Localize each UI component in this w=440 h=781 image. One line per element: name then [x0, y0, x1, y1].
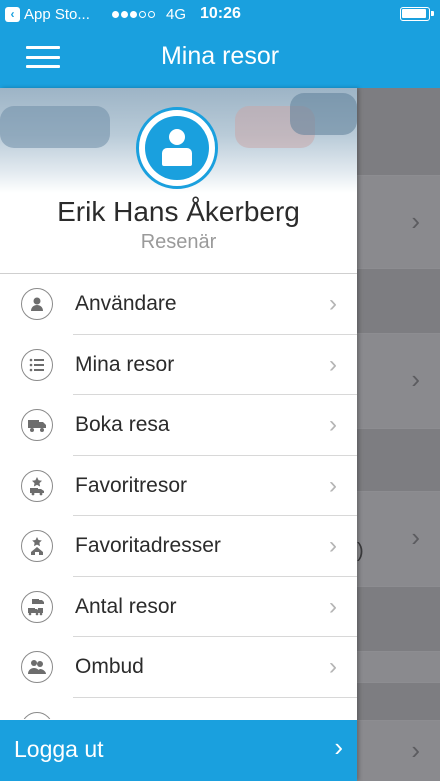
- background-row: [357, 683, 440, 720]
- hamburger-menu-icon[interactable]: [26, 46, 60, 70]
- list-icon: [21, 348, 53, 381]
- chevron-right-icon: ›: [329, 471, 337, 499]
- navigation-bar: Mina resor: [0, 28, 440, 88]
- status-time: 10:26: [200, 5, 241, 22]
- star-truck-icon: [21, 469, 53, 502]
- menu-item-label: Favoritresor: [75, 473, 188, 497]
- menu-item-boka-resa[interactable]: Boka resa ›: [0, 395, 357, 456]
- menu-item-anvandare[interactable]: Användare ›: [0, 274, 357, 335]
- truck-icon: [21, 409, 53, 442]
- menu-item-label: Antal resor: [75, 594, 177, 618]
- status-bar: ‹ App Sto... 4G 10:26: [0, 0, 440, 28]
- chevron-right-icon: ›: [411, 206, 420, 236]
- menu-item-label: Användare: [75, 292, 177, 316]
- menu-item-cut-off[interactable]: [0, 698, 357, 719]
- chevron-right-icon: ›: [329, 350, 337, 378]
- logout-button[interactable]: Logga ut ›: [0, 720, 357, 781]
- chevron-right-icon: ›: [329, 592, 337, 620]
- user-icon: [21, 288, 53, 321]
- back-app-label: App Sto...: [24, 6, 90, 23]
- menu-item-ombud[interactable]: Ombud ›: [0, 637, 357, 698]
- back-to-app-store[interactable]: ‹ App Sto...: [5, 6, 90, 23]
- group-icon: [21, 651, 53, 684]
- drawer-menu: Användare › Mina resor › Boka resa › Fav…: [0, 274, 357, 719]
- menu-item-label: Favoritadresser: [75, 534, 221, 558]
- background-row: [357, 269, 440, 333]
- chevron-right-icon: ›: [411, 364, 420, 394]
- menu-item-mina-resor[interactable]: Mina resor ›: [0, 335, 357, 395]
- chevron-right-icon: ›: [411, 735, 420, 765]
- chevron-right-icon: ›: [329, 653, 337, 681]
- page-title: Mina resor: [160, 42, 280, 70]
- menu-item-label: Mina resor: [75, 352, 175, 376]
- menu-item-label: Boka resa: [75, 413, 170, 437]
- chevron-right-icon: ›: [334, 732, 343, 762]
- side-drawer: Erik Hans Åkerberg Resenär Användare › M…: [0, 88, 357, 781]
- background-row: [357, 88, 440, 175]
- network-type: 4G: [166, 6, 187, 23]
- logout-label: Logga ut: [14, 736, 104, 762]
- avatar: [136, 107, 218, 189]
- chevron-right-icon: ›: [329, 290, 337, 318]
- battery-icon: [400, 7, 434, 21]
- star-home-icon: [21, 530, 53, 563]
- background-row[interactable]: ›: [357, 492, 440, 586]
- person-icon: [145, 116, 209, 180]
- chevron-right-icon: ›: [411, 522, 420, 552]
- user-name: Erik Hans Åkerberg: [57, 196, 300, 227]
- menu-item-favoritresor[interactable]: Favoritresor ›: [0, 456, 357, 516]
- user-role: Resenär: [140, 231, 217, 253]
- multiple-trucks-icon: [21, 590, 53, 623]
- background-row[interactable]: ›: [357, 176, 440, 268]
- menu-item-favoritadresser[interactable]: Favoritadresser ›: [0, 516, 357, 577]
- background-row: [357, 652, 440, 682]
- background-row: [357, 429, 440, 491]
- background-row[interactable]: ›: [357, 334, 440, 428]
- chevron-right-icon: ›: [329, 411, 337, 439]
- partial-menu-icon: [21, 711, 53, 719]
- background-peek-text: ): [357, 540, 364, 562]
- back-arrow-icon: ‹: [5, 7, 20, 22]
- signal-strength-icon: [112, 11, 155, 18]
- background-row: [357, 587, 440, 651]
- profile-header: Erik Hans Åkerberg Resenär: [0, 88, 357, 274]
- menu-item-antal-resor[interactable]: Antal resor ›: [0, 577, 357, 637]
- chevron-right-icon: ›: [329, 532, 337, 560]
- background-row[interactable]: ›: [357, 721, 440, 781]
- menu-item-label: Ombud: [75, 655, 144, 679]
- background-trip-list: › › › ) ›: [357, 88, 440, 781]
